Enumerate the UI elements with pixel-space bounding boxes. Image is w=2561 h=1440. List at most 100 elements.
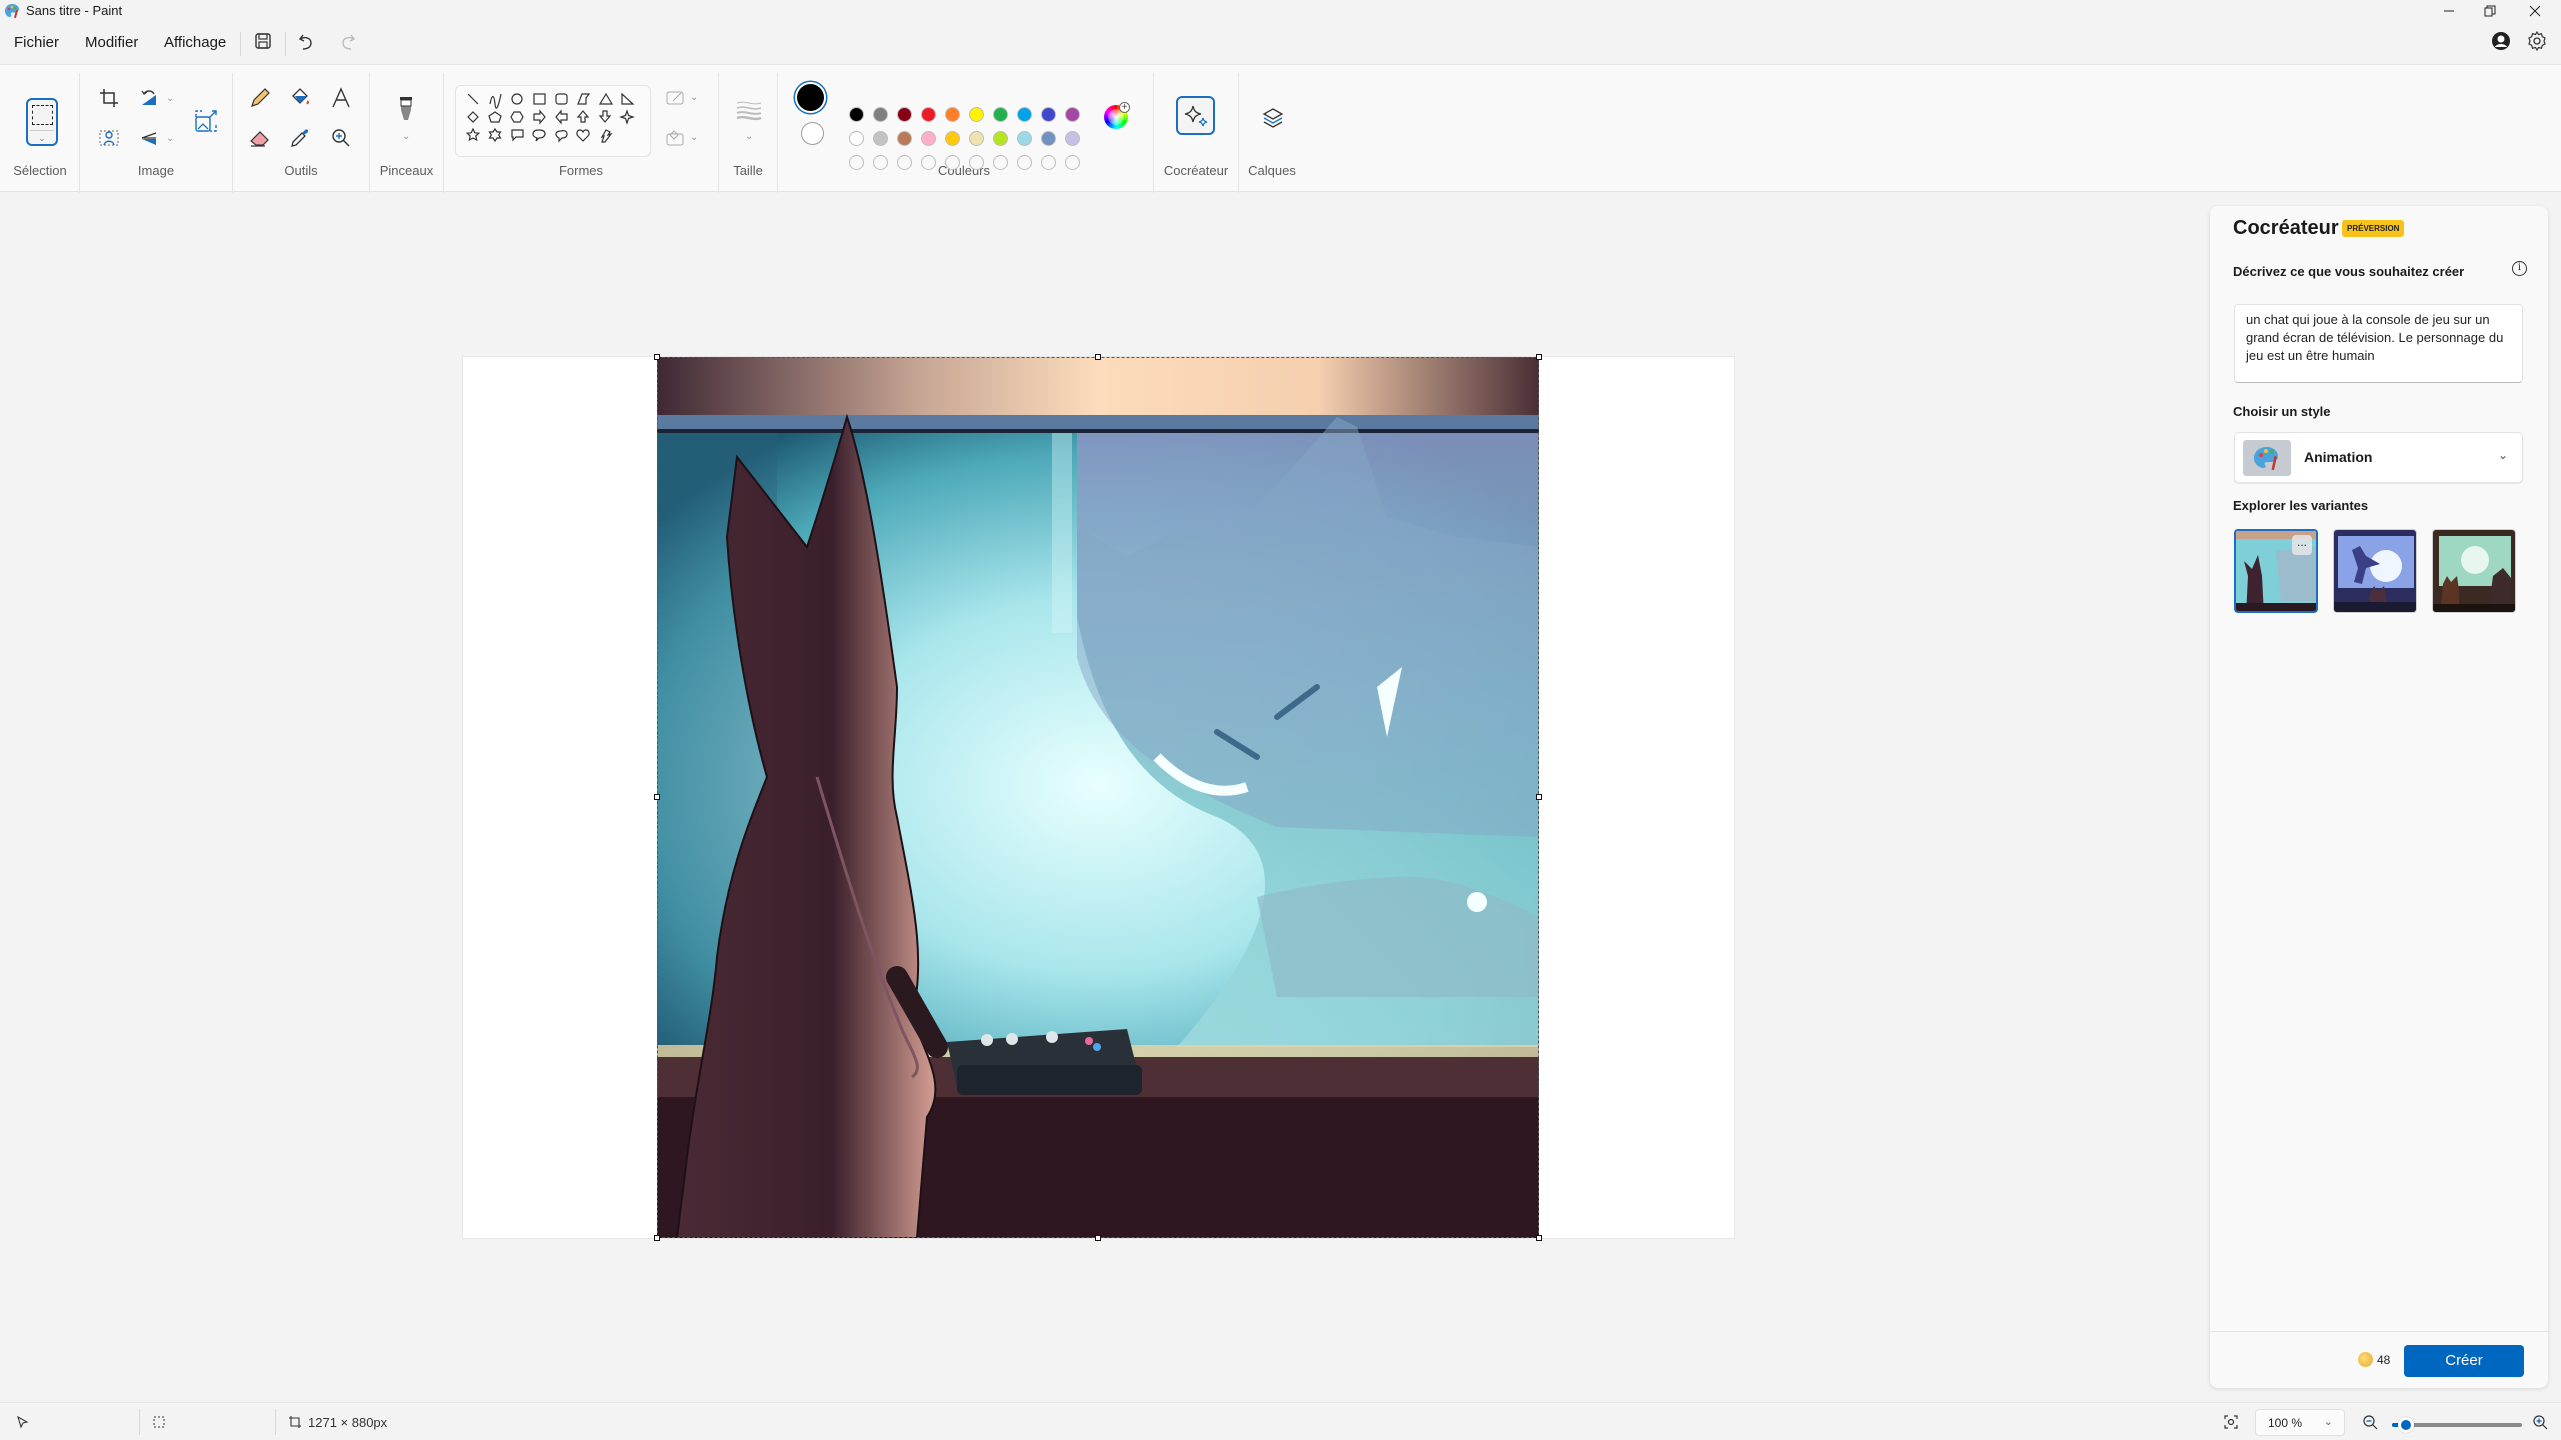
prompt-input[interactable]: un chat qui joue à la console de jeu sur… xyxy=(2234,304,2523,383)
color-swatch-7f7f7f[interactable] xyxy=(873,107,888,122)
resize-handle-bottom[interactable] xyxy=(1095,1235,1101,1241)
custom-color-slot[interactable] xyxy=(1041,155,1056,170)
primary-color-swatch[interactable] xyxy=(797,84,824,111)
custom-color-slot[interactable] xyxy=(969,155,984,170)
color-swatch-ffaec9[interactable] xyxy=(921,131,936,146)
eraser-icon[interactable] xyxy=(247,125,273,151)
shape-curve-icon xyxy=(489,93,502,109)
zoom-out-icon[interactable] xyxy=(2362,1414,2378,1430)
brush-icon[interactable] xyxy=(392,95,420,125)
fit-to-window-icon[interactable] xyxy=(2223,1414,2239,1430)
color-swatch-ed1c24[interactable] xyxy=(921,107,936,122)
variant-thumbnail-2[interactable] xyxy=(2333,529,2417,613)
menu-divider xyxy=(285,32,286,56)
shape-fill-icon[interactable] xyxy=(664,127,686,149)
zoom-in-icon[interactable] xyxy=(2532,1414,2548,1430)
color-swatch-efe4b0[interactable] xyxy=(969,131,984,146)
resize-image-icon[interactable] xyxy=(192,107,220,135)
menu-edit[interactable]: Modifier xyxy=(85,34,138,51)
undo-icon[interactable] xyxy=(296,30,318,52)
redo-icon[interactable] xyxy=(336,30,358,52)
chevron-down-icon[interactable]: ⌄ xyxy=(28,133,56,144)
cocreator-button[interactable] xyxy=(1176,96,1215,135)
secondary-color-swatch[interactable] xyxy=(801,122,824,145)
stroke-size-icon[interactable] xyxy=(735,99,763,123)
remove-background-icon[interactable] xyxy=(96,125,122,151)
zoom-level-dropdown[interactable]: 100 % ⌄ xyxy=(2255,1409,2345,1436)
menu-file[interactable]: Fichier xyxy=(14,34,59,51)
resize-handle-right[interactable] xyxy=(1536,794,1542,800)
resize-handle-top[interactable] xyxy=(1095,354,1101,360)
shape-line-icon xyxy=(467,93,479,105)
info-icon[interactable]: i xyxy=(2512,261,2527,276)
color-swatch-000000[interactable] xyxy=(849,107,864,122)
text-tool-icon[interactable] xyxy=(328,85,354,111)
color-swatch-3f48cc[interactable] xyxy=(1041,107,1056,122)
color-swatch-a349a4[interactable] xyxy=(1065,107,1080,122)
color-swatch-99d9ea[interactable] xyxy=(1017,131,1032,146)
resize-handle-top-left[interactable] xyxy=(654,354,660,360)
brush-chevron-icon[interactable]: ⌄ xyxy=(402,131,410,142)
minimize-button[interactable] xyxy=(2426,0,2472,22)
create-button[interactable]: Créer xyxy=(2404,1345,2524,1377)
style-dropdown[interactable]: Animation ⌄ xyxy=(2234,432,2523,483)
fill-chevron-icon[interactable]: ⌄ xyxy=(690,132,698,143)
color-swatch-b97a57[interactable] xyxy=(897,131,912,146)
rotate-icon[interactable] xyxy=(136,85,162,111)
custom-color-slot[interactable] xyxy=(945,155,960,170)
color-swatch-b5e61d[interactable] xyxy=(993,131,1008,146)
color-swatch-880015[interactable] xyxy=(897,107,912,122)
group-label-colors: Couleurs xyxy=(937,163,991,178)
menu-view[interactable]: Affichage xyxy=(164,34,226,51)
custom-color-slot[interactable] xyxy=(1017,155,1032,170)
more-options-button[interactable]: ... xyxy=(2292,535,2312,555)
shape-rounded-rectangle-icon xyxy=(555,93,568,105)
close-button[interactable] xyxy=(2512,0,2558,22)
custom-color-slot[interactable] xyxy=(993,155,1008,170)
color-swatch-c8bfe7[interactable] xyxy=(1065,131,1080,146)
resize-handle-bottom-left[interactable] xyxy=(654,1235,660,1241)
variant-thumbnail-3[interactable] xyxy=(2432,529,2516,613)
outline-chevron-icon[interactable]: ⌄ xyxy=(690,92,698,103)
resize-handle-top-right[interactable] xyxy=(1536,354,1542,360)
account-icon[interactable] xyxy=(2490,30,2512,52)
size-chevron-icon[interactable]: ⌄ xyxy=(745,131,753,142)
color-swatch-c3c3c3[interactable] xyxy=(873,131,888,146)
color-swatch-00a2e8[interactable] xyxy=(1017,107,1032,122)
color-picker-icon[interactable] xyxy=(287,125,313,151)
add-color-plus-icon[interactable]: + xyxy=(1119,102,1130,113)
custom-color-slot[interactable] xyxy=(921,155,936,170)
fill-bucket-icon[interactable] xyxy=(287,85,313,111)
layers-icon[interactable] xyxy=(1260,105,1286,131)
color-swatch-ff7f27[interactable] xyxy=(945,107,960,122)
settings-gear-icon[interactable] xyxy=(2526,30,2548,52)
color-swatch-ffc90e[interactable] xyxy=(945,131,960,146)
rotate-chevron-icon[interactable]: ⌄ xyxy=(166,93,174,104)
flip-chevron-icon[interactable]: ⌄ xyxy=(166,133,174,144)
canvas-image[interactable] xyxy=(657,357,1539,1238)
custom-color-slot[interactable] xyxy=(897,155,912,170)
shape-oval-icon xyxy=(511,93,523,105)
variant-image-3 xyxy=(2433,530,2515,612)
magnifier-icon[interactable] xyxy=(328,125,354,151)
crop-icon[interactable] xyxy=(96,85,122,111)
color-swatch-7092be[interactable] xyxy=(1041,131,1056,146)
selection-tool-button[interactable]: ⌄ xyxy=(26,98,58,146)
color-swatch-ffffff[interactable] xyxy=(849,131,864,146)
custom-color-slot[interactable] xyxy=(849,155,864,170)
restore-button[interactable] xyxy=(2467,0,2513,22)
shape-arrow-left-icon xyxy=(555,109,568,125)
custom-color-slot[interactable] xyxy=(1065,155,1080,170)
outline-icon[interactable] xyxy=(664,87,686,109)
custom-color-slot[interactable] xyxy=(873,155,888,170)
zoom-slider-thumb[interactable] xyxy=(2398,1417,2415,1433)
resize-handle-bottom-right[interactable] xyxy=(1536,1235,1542,1241)
pencil-icon[interactable] xyxy=(247,85,273,111)
panel-divider xyxy=(2210,1331,2548,1332)
save-icon[interactable] xyxy=(252,30,274,52)
color-swatch-22b14c[interactable] xyxy=(993,107,1008,122)
resize-handle-left[interactable] xyxy=(654,794,660,800)
variant-thumbnail-1[interactable]: ... xyxy=(2234,529,2318,613)
color-swatch-fff200[interactable] xyxy=(969,107,984,122)
flip-icon[interactable] xyxy=(136,125,162,151)
